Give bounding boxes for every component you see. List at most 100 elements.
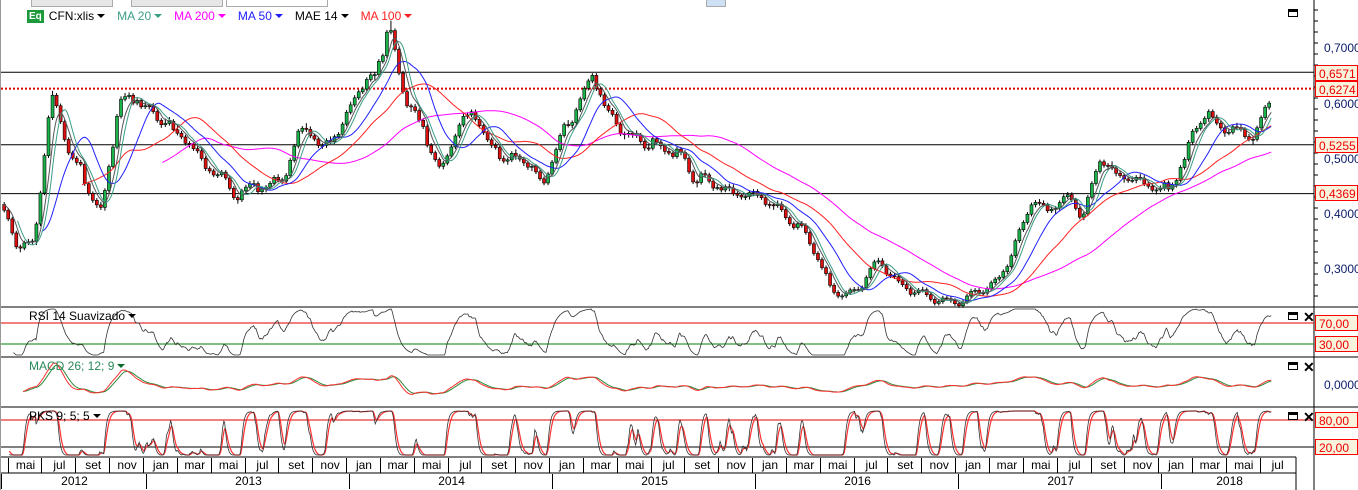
- candle-body: [1259, 117, 1263, 129]
- candle-body: [449, 146, 454, 157]
- candle-body: [54, 94, 59, 107]
- month-label: nov: [312, 458, 347, 473]
- month-label: mar: [989, 458, 1024, 473]
- candle-body: [373, 74, 377, 76]
- year-label: 2014: [349, 474, 553, 489]
- month-label: jul: [447, 458, 483, 473]
- candle-body: [127, 94, 131, 97]
- pks-level-tag[interactable]: 20,00: [1315, 439, 1358, 455]
- year-label: 2013: [146, 474, 350, 489]
- y-tick: 0,4000: [1324, 207, 1358, 221]
- pks-level-tag[interactable]: 80,00: [1315, 412, 1358, 428]
- candle-body: [655, 138, 659, 143]
- candle-body: [820, 259, 824, 268]
- candle-body: [191, 143, 196, 149]
- candle-body: [953, 300, 957, 305]
- candle-body: [86, 183, 91, 194]
- month-label: mar: [785, 458, 821, 473]
- rsi-title: RSI 14 Suavizado: [29, 309, 126, 323]
- candle-body: [828, 273, 832, 286]
- candle-body: [385, 31, 389, 57]
- indicator-ma200[interactable]: MA 200: [174, 9, 226, 23]
- close-icon[interactable]: ✕: [1303, 360, 1315, 374]
- candle-body: [743, 196, 748, 198]
- maximize-icon[interactable]: [1288, 312, 1298, 320]
- candle-body: [203, 158, 208, 169]
- symbol-label: CFN:xlis: [48, 9, 95, 23]
- month-label: nov: [718, 458, 753, 473]
- candle-body: [1130, 179, 1134, 182]
- symbol-selector[interactable]: Eq CFN:xlis: [27, 9, 106, 23]
- candle-body: [62, 121, 67, 140]
- candle-body: [82, 163, 87, 185]
- macd-panel-title[interactable]: MACD 26; 12; 9: [29, 359, 126, 373]
- candle-body: [103, 190, 107, 208]
- candle-body: [1009, 255, 1014, 267]
- dropdown-arrow-icon: [97, 14, 106, 18]
- candle-body: [364, 79, 369, 90]
- candle-body: [413, 106, 417, 111]
- candle-body: [1001, 271, 1006, 278]
- candle-body: [566, 124, 570, 126]
- close-icon[interactable]: ✕: [1303, 410, 1315, 424]
- candle-body: [457, 124, 462, 137]
- candle-body: [316, 138, 321, 146]
- candle-body: [272, 177, 276, 184]
- rsi-panel-title[interactable]: RSI 14 Suavizado: [29, 309, 137, 323]
- candle-body: [1206, 111, 1211, 119]
- dropdown-arrow-icon: [154, 14, 163, 18]
- candle-body: [111, 146, 115, 167]
- month-label: mai: [616, 458, 652, 473]
- candle-body: [957, 303, 961, 306]
- chart-window: Eq CFN:xlis MA 20 MA 200 MA 50 MAE 14 MA…: [0, 0, 1358, 490]
- month-label: set: [75, 458, 110, 473]
- rsi-level-tag[interactable]: 70,00: [1315, 315, 1358, 331]
- maximize-icon[interactable]: [1288, 9, 1298, 17]
- candle-body: [852, 289, 857, 291]
- candle-body: [590, 75, 595, 82]
- chart-canvas[interactable]: [1, 0, 1358, 490]
- level-tag[interactable]: 0,6571: [1315, 65, 1358, 81]
- candle-body: [356, 91, 361, 99]
- candle-body: [618, 123, 623, 135]
- maximize-icon[interactable]: [1288, 412, 1298, 420]
- level-tag[interactable]: 0,4369: [1315, 185, 1358, 201]
- candle-body: [1210, 111, 1215, 118]
- month-label: nov: [515, 458, 550, 473]
- candle-body: [276, 177, 280, 181]
- level-tag[interactable]: 0,5255: [1315, 137, 1358, 153]
- candle-body: [642, 141, 647, 149]
- indicator-ma50[interactable]: MA 50: [238, 9, 283, 23]
- candle-body: [1219, 122, 1223, 129]
- candle-body: [405, 91, 409, 107]
- candle-body: [767, 204, 772, 206]
- candle-body: [667, 151, 671, 154]
- dropdown-arrow-icon: [117, 364, 126, 368]
- candle-body: [671, 152, 675, 157]
- indicator-mae14[interactable]: MAE 14: [295, 9, 349, 23]
- pks-panel-title[interactable]: PKS 9; 5; 5: [29, 409, 101, 423]
- candle-body: [119, 98, 123, 117]
- close-icon[interactable]: ✕: [1303, 310, 1315, 324]
- candle-body: [1102, 161, 1106, 166]
- candle-body: [1065, 194, 1070, 198]
- candle-body: [586, 80, 591, 89]
- equity-badge: Eq: [27, 9, 44, 23]
- indicator-ma20[interactable]: MA 20: [117, 9, 163, 23]
- candle-body: [735, 193, 740, 196]
- candle-body: [812, 243, 816, 254]
- candle-body: [868, 268, 873, 278]
- candle-body: [937, 301, 941, 304]
- candle-body: [14, 232, 19, 248]
- month-label: mai: [1022, 458, 1058, 473]
- level-tag[interactable]: 0,6274: [1315, 81, 1358, 97]
- maximize-icon[interactable]: [1288, 362, 1298, 370]
- candle-body: [1150, 185, 1155, 191]
- month-label: jul: [41, 458, 76, 473]
- rsi-level-tag[interactable]: 30,00: [1315, 336, 1358, 352]
- candle-body: [147, 105, 152, 108]
- candle-body: [932, 299, 937, 304]
- candle-body: [739, 194, 744, 198]
- indicator-ma100[interactable]: MA 100: [361, 9, 413, 23]
- candle-body: [872, 261, 877, 269]
